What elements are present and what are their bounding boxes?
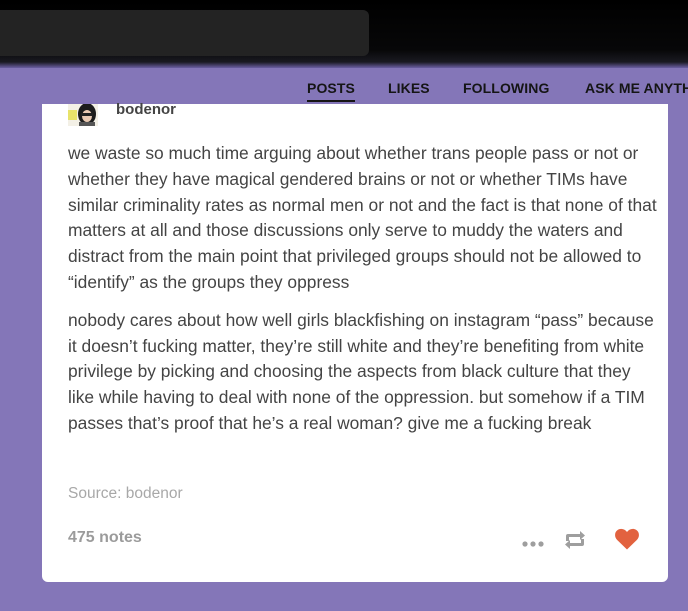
notes-count[interactable]: 475 notes xyxy=(68,529,142,547)
tab-posts[interactable]: POSTS xyxy=(307,80,355,102)
tab-likes[interactable]: LIKES xyxy=(388,80,430,96)
top-bar xyxy=(0,0,688,68)
post-body: we waste so much time arguing about whet… xyxy=(68,141,658,449)
post-source[interactable]: Source: bodenor xyxy=(68,485,183,503)
post-paragraph-2: nobody cares about how well girls blackf… xyxy=(68,309,654,433)
heart-icon[interactable] xyxy=(614,527,640,556)
more-dots-icon[interactable] xyxy=(522,535,544,553)
post-paragraph-1: we waste so much time arguing about whet… xyxy=(68,143,657,292)
avatar[interactable] xyxy=(68,104,98,126)
tab-following[interactable]: FOLLOWING xyxy=(463,80,549,96)
blog-nav: POSTS LIKES FOLLOWING ASK ME ANYTHING xyxy=(0,69,688,105)
reblog-icon[interactable] xyxy=(562,529,588,556)
search-box[interactable] xyxy=(0,10,369,56)
tab-ask-me-anything[interactable]: ASK ME ANYTHING xyxy=(585,80,688,96)
post-author[interactable]: bodenor xyxy=(116,101,176,118)
post-card: bodenor we waste so much time arguing ab… xyxy=(42,101,668,582)
